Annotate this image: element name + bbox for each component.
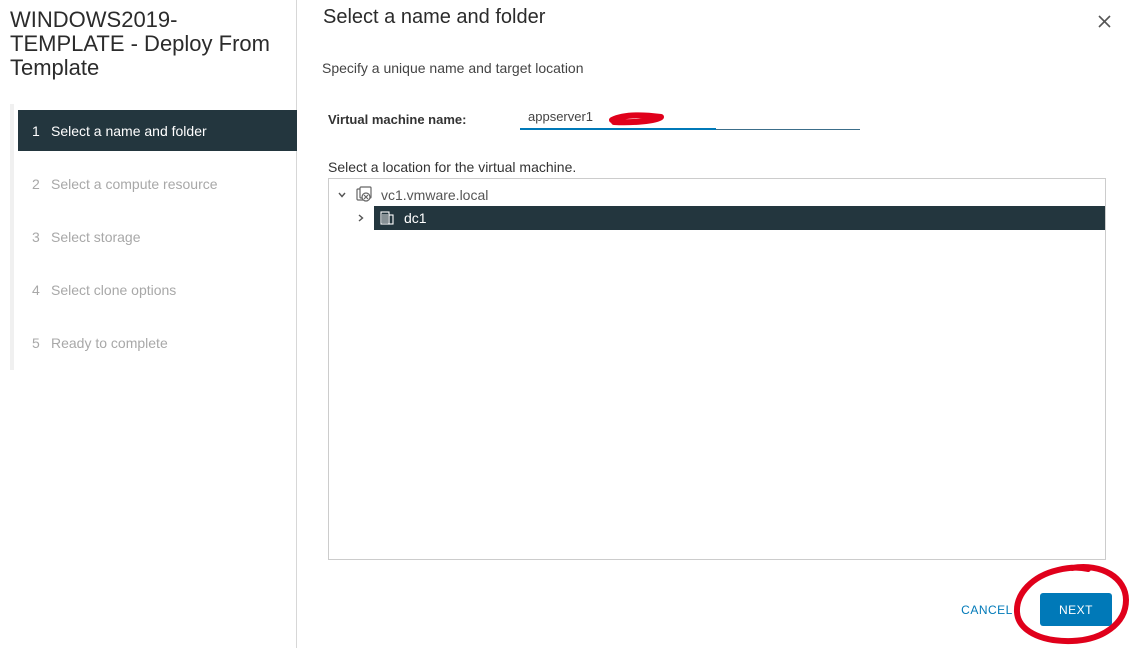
step-select-clone-options[interactable]: 4 Select clone options [18,269,297,310]
chevron-right-icon[interactable] [354,211,368,225]
cancel-button[interactable]: CANCEL [950,594,1024,626]
chevron-down-icon[interactable] [335,188,349,202]
page-subtitle: Specify a unique name and target locatio… [322,60,584,76]
deploy-wizard: WINDOWS2019-TEMPLATE - Deploy From Templ… [0,0,1131,648]
step-number: 4 [32,281,40,298]
wizard-sidebar: WINDOWS2019-TEMPLATE - Deploy From Templ… [0,0,297,648]
step-label: Select a compute resource [51,175,218,192]
close-button[interactable] [1093,10,1115,32]
step-number: 2 [32,175,40,192]
step-select-compute-resource[interactable]: 2 Select a compute resource [18,163,297,204]
step-select-storage[interactable]: 3 Select storage [18,216,297,257]
input-focus-indicator [520,128,716,130]
wizard-steps: 1 Select a name and folder 2 Select a co… [18,110,297,375]
datacenter-icon [378,209,396,227]
location-label: Select a location for the virtual machin… [328,159,577,175]
tree-node-label: vc1.vmware.local [381,187,489,203]
tree-node-label: dc1 [404,210,427,226]
step-number: 5 [32,334,40,351]
vm-name-input[interactable] [520,104,860,130]
wizard-title: WINDOWS2019-TEMPLATE - Deploy From Templ… [10,7,270,80]
tree-node-vcenter[interactable]: vc1.vmware.local [335,183,488,207]
page-title: Select a name and folder [323,6,546,28]
step-number: 1 [32,122,40,139]
vcenter-icon [355,186,373,204]
step-label: Select clone options [51,281,177,298]
next-button[interactable]: NEXT [1040,593,1112,626]
selected-tree-node[interactable]: dc1 [374,206,1105,230]
step-select-name-folder[interactable]: 1 Select a name and folder [18,110,297,151]
step-label: Select a name and folder [51,122,207,139]
close-icon [1098,15,1111,28]
tree-node-datacenter[interactable]: dc1 [354,206,1105,230]
step-number: 3 [32,228,40,245]
step-ready-to-complete[interactable]: 5 Ready to complete [18,322,297,363]
step-label: Select storage [51,228,141,245]
location-tree: vc1.vmware.local dc1 [328,178,1106,560]
step-label: Ready to complete [51,334,168,351]
steps-track [10,104,14,370]
vm-name-label: Virtual machine name: [328,112,467,127]
red-scribble-annotation [609,112,664,126]
